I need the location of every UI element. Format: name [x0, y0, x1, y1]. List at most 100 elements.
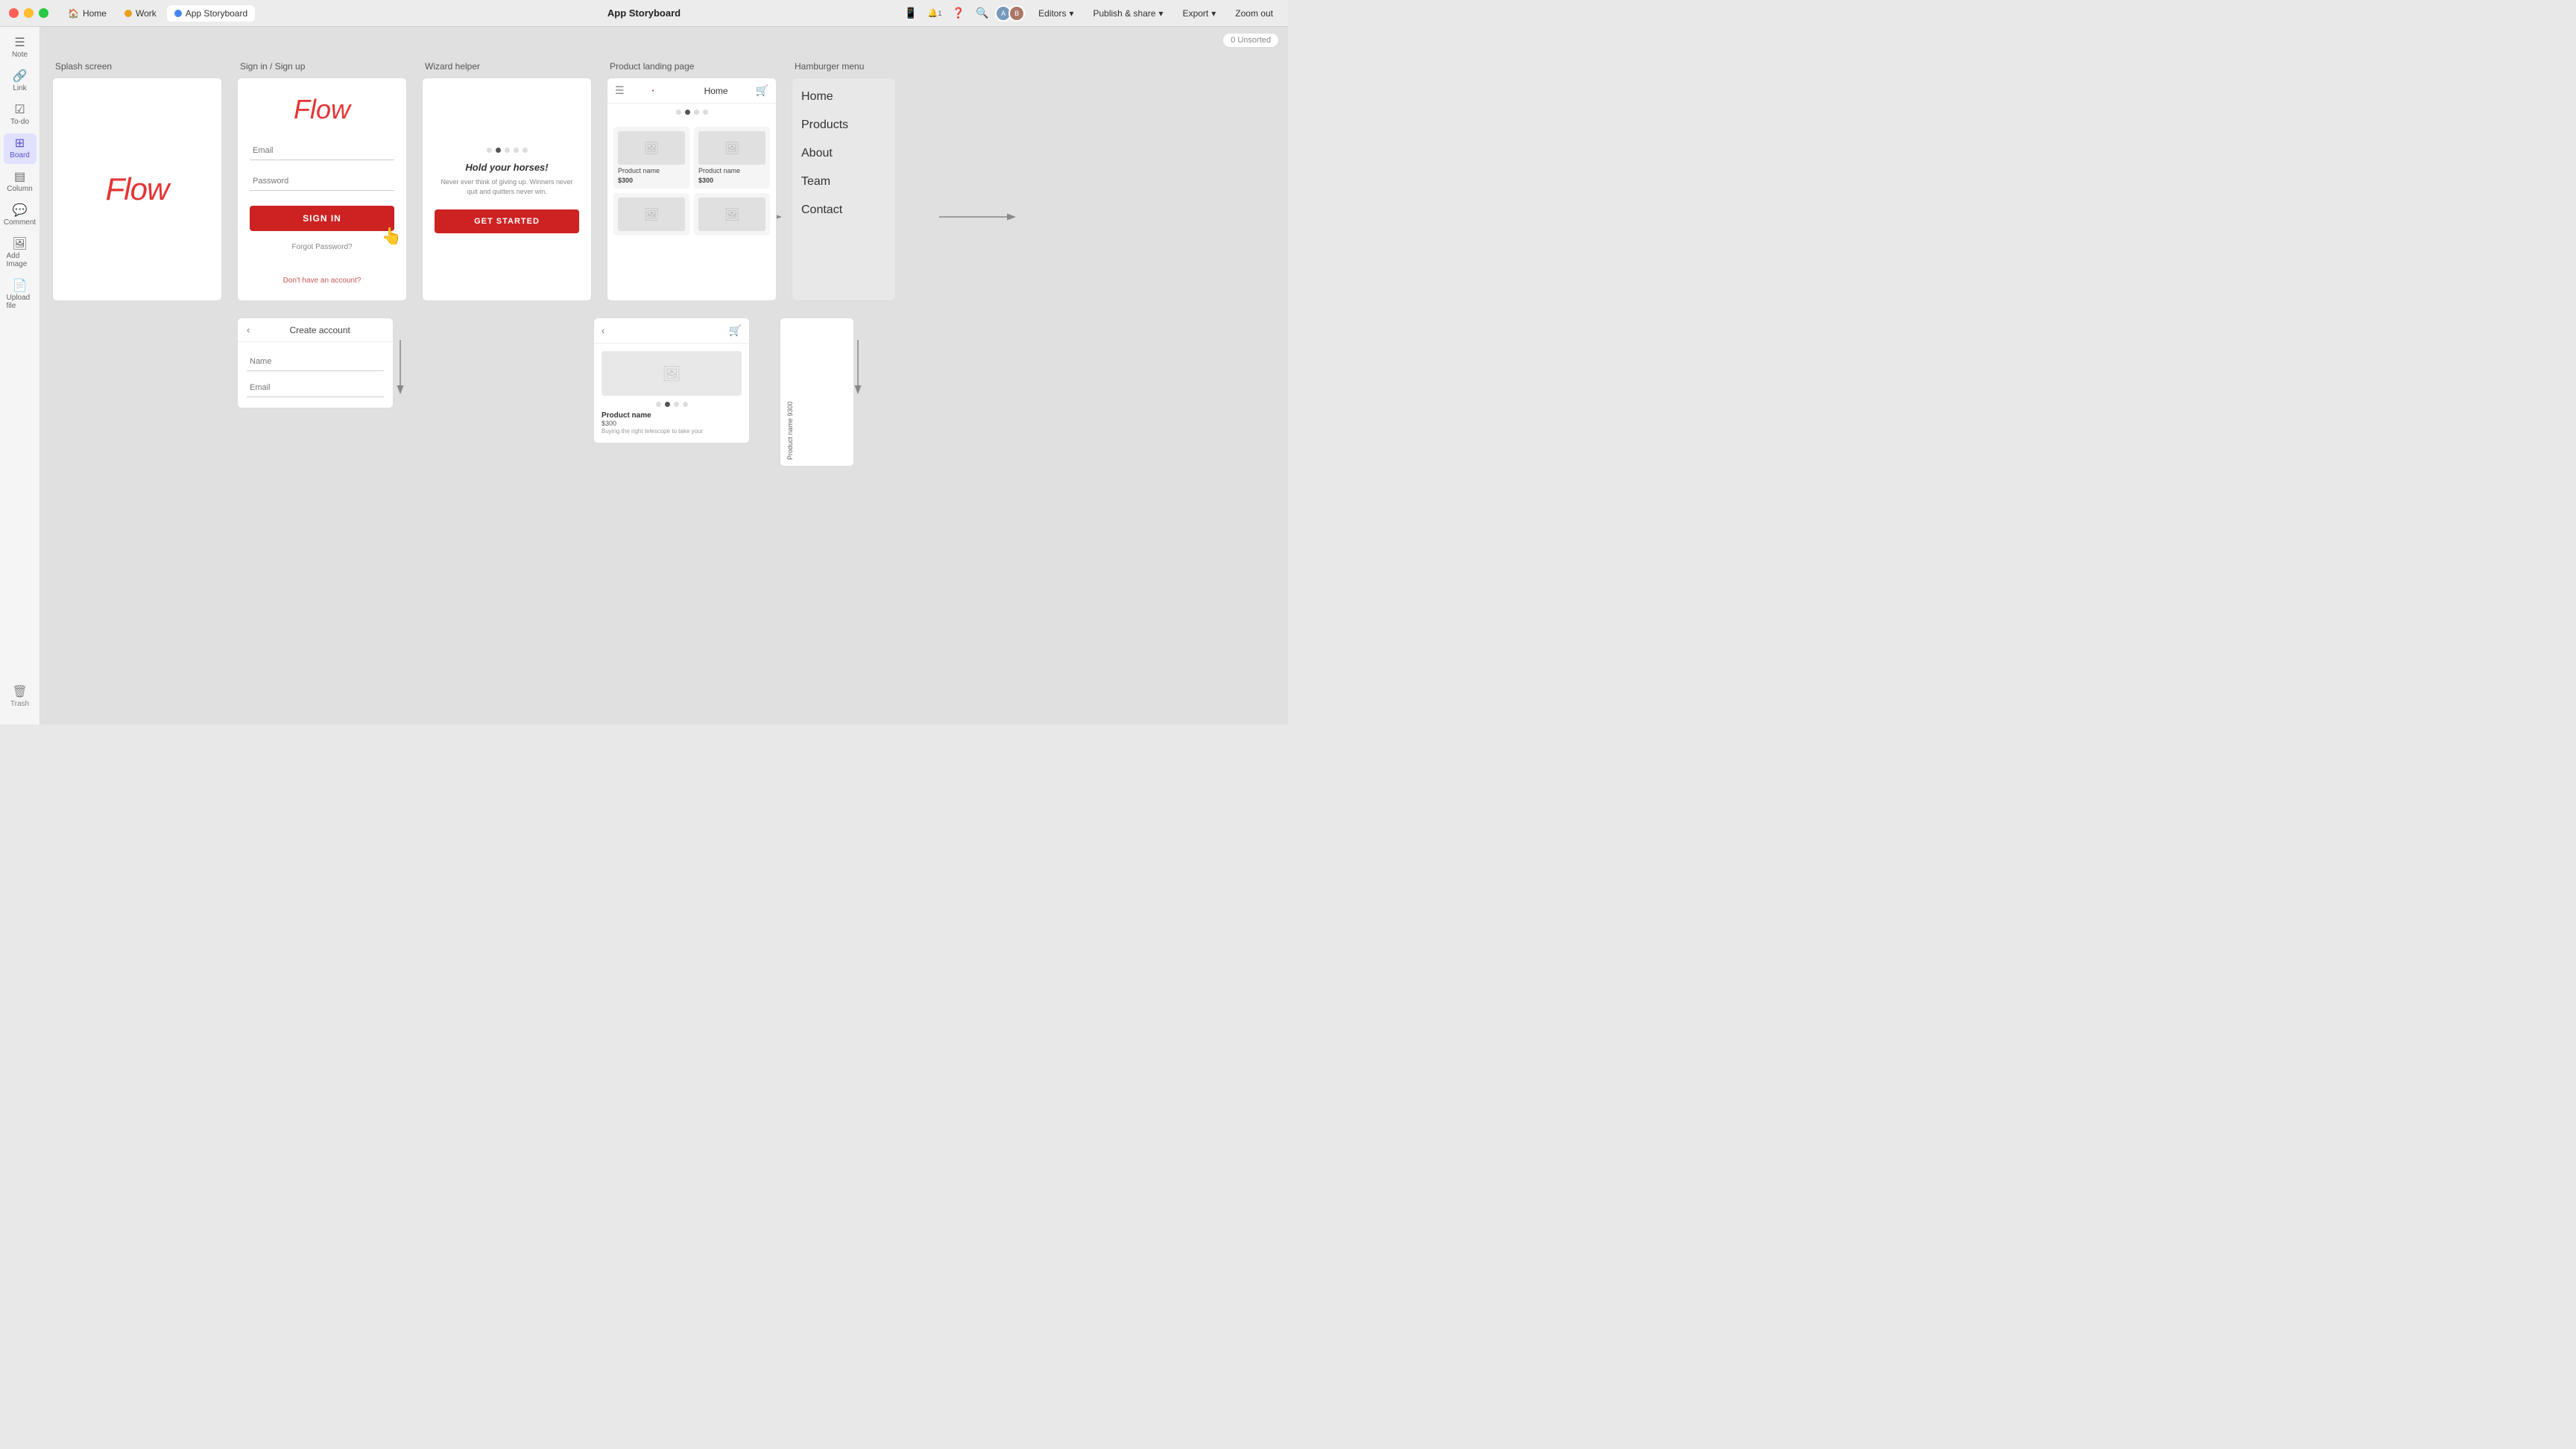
get-started-button[interactable]: GET STARTED	[435, 209, 579, 233]
product-detail-name: Product name	[602, 411, 742, 420]
splash-frame[interactable]: Flow	[52, 78, 222, 301]
hamburger-contact[interactable]: Contact	[801, 203, 886, 217]
product-card-2[interactable]: 🖼 Product name $300	[694, 127, 770, 189]
wizard-frame[interactable]: Hold your horses! Never ever think of gi…	[422, 78, 592, 301]
sidebar-item-board[interactable]: ⊞ Board	[4, 133, 37, 164]
avatar-2: B	[1008, 5, 1025, 22]
hamburger-home[interactable]: Home	[801, 90, 886, 104]
splash-gap	[52, 318, 222, 467]
sign-in-button[interactable]: SIGN IN	[250, 206, 394, 231]
app-body: ☰ Note 🔗 Link ☑ To-do ⊞ Board ▤ Column 💬…	[0, 27, 1288, 724]
search-icon[interactable]: 🔍	[974, 5, 991, 22]
product-img-2: 🖼	[698, 131, 765, 165]
product-detail-desc: Buying the right telescope to take your	[602, 427, 742, 435]
hamburger-icon[interactable]: ☰	[615, 84, 625, 97]
signin-label: Sign in / Sign up	[237, 57, 407, 75]
product-9300-frame[interactable]: Product name 9300	[780, 318, 854, 467]
product-detail-header: ‹ 🛒	[594, 318, 749, 344]
unsorted-badge: 0 Unsorted	[1222, 33, 1279, 48]
editors-chevron: ▾	[1069, 8, 1073, 19]
product-9300-label: Product name 9300	[786, 324, 794, 460]
forgot-password-link[interactable]: Forgot Password?	[291, 243, 352, 251]
splash-label: Splash screen	[52, 57, 222, 75]
splash-frame-col: Splash screen Flow	[52, 57, 222, 301]
pdot-1	[676, 110, 681, 115]
dot-3	[505, 148, 510, 153]
product-detail-frame[interactable]: ‹ 🛒 🖼 Product name $300 Buying	[593, 318, 750, 443]
hamburger-label: Hamburger menu	[792, 57, 896, 75]
sidebar-note-label: Note	[12, 51, 28, 59]
note-icon: ☰	[14, 37, 25, 49]
tab-app-storyboard[interactable]: App Storyboard	[167, 5, 255, 22]
tab-storyboard-label: App Storyboard	[186, 8, 247, 19]
sidebar-item-link[interactable]: 🔗 Link	[4, 66, 37, 97]
product-card-4[interactable]: 🖼	[694, 193, 770, 236]
left-sidebar: ☰ Note 🔗 Link ☑ To-do ⊞ Board ▤ Column 💬…	[0, 27, 40, 724]
sidebar-item-upload-file[interactable]: 📄 Upload file	[4, 276, 37, 315]
sidebar-item-note[interactable]: ☰ Note	[4, 33, 37, 63]
editors-button[interactable]: Editors ▾	[1032, 5, 1079, 22]
notification-badge[interactable]: 🔔1	[926, 5, 943, 22]
avatars: A B	[998, 5, 1025, 22]
publish-button[interactable]: Publish & share ▾	[1087, 5, 1169, 22]
product-9300-col: Product name 9300	[780, 318, 854, 467]
password-input[interactable]	[250, 172, 394, 191]
hamburger-team[interactable]: Team	[801, 175, 886, 189]
tab-home[interactable]: 🏠 Home	[60, 5, 114, 22]
detail-cart-icon[interactable]: 🛒	[729, 324, 742, 337]
product-landing-frame[interactable]: ☰ ● Home 🛒 🖼 P	[607, 78, 777, 301]
detail-dot-1	[656, 402, 661, 407]
board-icon: ⊞	[15, 138, 25, 150]
export-button[interactable]: Export ▾	[1177, 5, 1222, 22]
email-input[interactable]	[250, 142, 394, 160]
close-button[interactable]	[9, 8, 19, 18]
sidebar-item-comment[interactable]: 💬 Comment	[4, 201, 37, 231]
export-label: Export	[1183, 8, 1209, 19]
wizard-text: Never ever think of giving up. Winners n…	[435, 177, 579, 198]
back-icon[interactable]: ‹	[247, 324, 250, 335]
canvas[interactable]: 0 Unsorted	[40, 27, 1288, 724]
detail-dot-4	[683, 402, 688, 407]
product-grid: 🖼 Product name $300 🖼 Product name $300 …	[607, 121, 776, 242]
product-detail-price: $300	[602, 420, 742, 427]
wizard-label: Wizard helper	[422, 57, 592, 75]
titlebar-title: App Storyboard	[607, 7, 681, 19]
hamburger-products[interactable]: Products	[801, 119, 886, 132]
wizard-frame-col: Wizard helper Hold your horses! Never ev…	[422, 57, 592, 301]
sidebar-item-add-image[interactable]: 🖼 Add Image	[4, 234, 37, 273]
frames-row-1: Splash screen Flow Sign in / Sign up Flo…	[52, 57, 896, 301]
create-email-input[interactable]	[247, 379, 384, 397]
create-account-frame[interactable]: ‹ Create account	[237, 318, 394, 408]
sidebar-trash-label: Trash	[10, 700, 29, 708]
dont-have-account-link[interactable]: Don't have an account?	[283, 277, 362, 285]
nav-home-label: Home	[704, 86, 728, 96]
cart-icon[interactable]: 🛒	[756, 84, 768, 97]
frames-row-2: ‹ Create account ‹ 🛒	[52, 318, 854, 467]
create-account-title: Create account	[256, 325, 384, 335]
dot-5	[523, 148, 528, 153]
signin-frame[interactable]: Flow SIGN IN 👆 Forgot Password? Don't ha…	[237, 78, 407, 301]
sidebar-link-label: Link	[13, 84, 26, 92]
product-detail-dots	[602, 402, 742, 407]
create-account-col: ‹ Create account	[237, 318, 394, 467]
hamburger-about[interactable]: About	[801, 147, 886, 160]
product-card-3[interactable]: 🖼	[613, 193, 689, 236]
device-icon[interactable]: 📱	[903, 5, 919, 22]
sidebar-item-trash[interactable]: 🗑 Trash	[4, 682, 37, 713]
hamburger-frame[interactable]: Home Products About Team Contact	[792, 78, 896, 301]
product-card-1[interactable]: 🖼 Product name $300	[613, 127, 689, 189]
sidebar-item-column[interactable]: ▤ Column	[4, 167, 37, 198]
detail-back-icon[interactable]: ‹	[602, 325, 604, 336]
maximize-button[interactable]	[39, 8, 48, 18]
sidebar-item-todo[interactable]: ☑ To-do	[4, 100, 37, 130]
help-icon[interactable]: ❓	[950, 5, 967, 22]
column-icon: ▤	[14, 171, 25, 183]
tab-work[interactable]: Work	[117, 5, 164, 22]
minimize-button[interactable]	[24, 8, 34, 18]
product-img-3: 🖼	[618, 198, 685, 231]
zoom-button[interactable]: Zoom out	[1229, 5, 1279, 22]
zoom-label: Zoom out	[1235, 8, 1273, 19]
create-name-input[interactable]	[247, 353, 384, 371]
product-landing-col: Product landing page ☰ ● Home 🛒	[607, 57, 777, 301]
window-controls	[9, 8, 48, 18]
